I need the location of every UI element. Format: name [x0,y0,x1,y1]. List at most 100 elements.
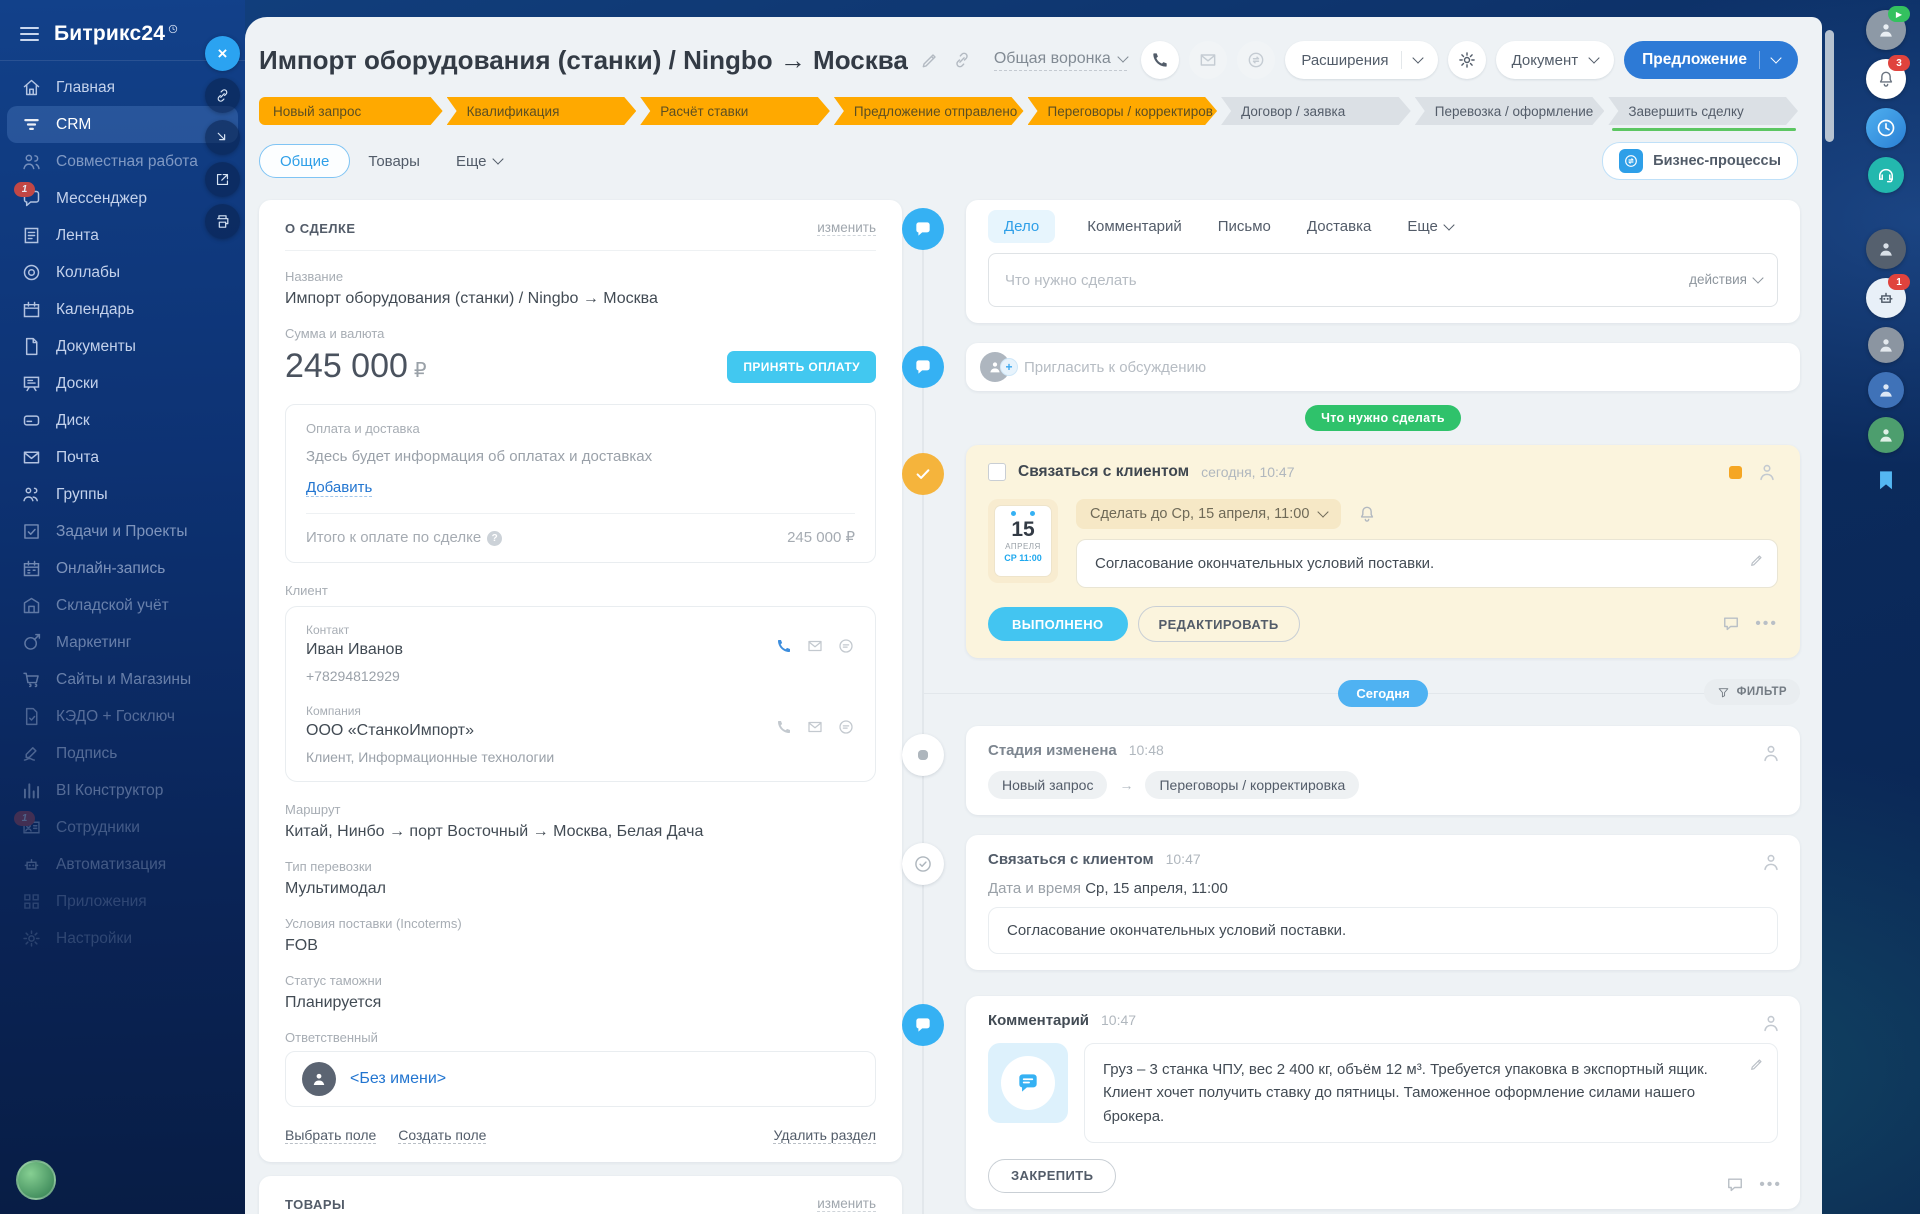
note-icon[interactable] [1721,614,1741,634]
responsible-link[interactable]: <Без имени> [350,1070,446,1088]
sidebar-item-apps[interactable]: Приложения [7,883,238,920]
stage-close-deal[interactable]: Завершить сделку [1608,97,1798,125]
filter-button[interactable]: ФИЛЬТР [1704,679,1800,705]
pencil-icon[interactable] [1749,1056,1765,1072]
more-actions-button[interactable]: ••• [1759,1176,1782,1194]
actions-dropdown[interactable]: действия [1689,272,1762,287]
email-button[interactable] [1189,41,1227,79]
field-value[interactable]: FOB [285,937,876,955]
chat-avatar[interactable] [1866,229,1906,269]
help-icon[interactable]: ? [487,531,502,546]
sidebar-item-marketing[interactable]: Маркетинг [7,624,238,661]
bell-icon[interactable] [1357,504,1377,524]
sidebar-item-messenger[interactable]: 1Мессенджер [7,180,238,217]
call-button[interactable] [1141,41,1179,79]
invite-card[interactable]: + Пригласить к обсуждению [966,343,1800,391]
more-actions-button[interactable]: ••• [1755,615,1778,633]
pin-button[interactable]: ЗАКРЕПИТЬ [988,1159,1116,1193]
person-icon[interactable] [1756,461,1778,483]
tab-comment[interactable]: Комментарий [1087,218,1181,235]
field-value[interactable]: Планируется [285,994,876,1012]
brand-logo[interactable]: Битрикс24 [54,22,178,46]
copy-deal-link-button[interactable] [952,50,972,70]
document-button[interactable]: Документ [1496,41,1615,79]
print-button[interactable] [205,204,240,239]
sidebar-item-automation[interactable]: Автоматизация [7,846,238,883]
sidebar-item-disk[interactable]: Диск [7,402,238,439]
note-icon[interactable] [1725,1175,1745,1195]
funnel-selector[interactable]: Общая воронка [994,50,1127,71]
deal-amount[interactable]: 245 000₽ [285,347,427,386]
chat-avatar[interactable] [1868,327,1904,363]
delete-section-link[interactable]: Удалить раздел [773,1127,876,1144]
hamburger-menu-icon[interactable] [20,27,39,41]
tab-products[interactable]: Товары [350,145,438,177]
chat-avatar[interactable] [1868,372,1904,408]
scrollbar[interactable] [1825,30,1834,142]
todo-input[interactable] [988,253,1778,307]
task-description[interactable]: Согласование окончательных условий поста… [1076,539,1778,588]
open-line-button[interactable] [1237,41,1275,79]
person-icon[interactable] [1760,851,1782,873]
copy-link-button[interactable] [205,78,240,113]
sidebar-item-tasks[interactable]: Задачи и Проекты [7,513,238,550]
accept-payment-button[interactable]: ПРИНЯТЬ ОПЛАТУ [727,351,876,383]
edit-section-link[interactable]: изменить [817,220,876,236]
entry-title[interactable]: Связаться с клиентом [988,851,1154,868]
task-title[interactable]: Связаться с клиентом [1018,463,1189,481]
field-value[interactable]: Импорт оборудования (станки) / Ningbo → … [285,290,876,308]
contact-phone[interactable]: +78294812929 [306,668,745,684]
support-button[interactable] [1868,157,1904,193]
tab-letter[interactable]: Письмо [1218,218,1271,235]
task-done-button[interactable]: ВЫПОЛНЕНО [988,607,1128,641]
company-name[interactable]: ООО «СтанкоИмпорт» [306,722,745,740]
dock-button[interactable] [205,120,240,155]
close-button[interactable]: × [205,36,240,71]
stage-contract[interactable]: Договор / заявка [1221,97,1411,125]
person-icon[interactable] [1760,742,1782,764]
open-in-window-button[interactable] [205,162,240,197]
mail-icon[interactable] [806,637,824,655]
copilot-bot-button[interactable]: 1 [1866,278,1906,318]
sidebar-item-boards[interactable]: Доски [7,365,238,402]
add-payment-link[interactable]: Добавить [306,479,372,497]
stage-negotiation[interactable]: Переговоры / корректиров... [1028,97,1218,125]
edit-title-button[interactable] [920,50,940,70]
sidebar-item-sign[interactable]: Подпись [7,735,238,772]
phone-icon[interactable] [775,637,793,655]
tab-more[interactable]: Еще [1407,218,1453,235]
sidebar-item-staff[interactable]: 1Сотрудники [7,809,238,846]
chat-avatar[interactable] [1868,417,1904,453]
sidebar-item-feed[interactable]: Лента [7,217,238,254]
profile-avatar[interactable]: ▶ [1866,10,1906,50]
sidebar-item-warehouse[interactable]: Складской учёт [7,587,238,624]
field-value[interactable]: Мультимодал [285,880,876,898]
sidebar-item-home[interactable]: Главная [7,69,238,106]
field-value[interactable]: Китай, Нинбо → порт Восточный → Москва, … [285,823,876,841]
sidebar-item-mail[interactable]: Почта [7,439,238,476]
tab-delivery[interactable]: Доставка [1307,218,1371,235]
sidebar-item-crm[interactable]: CRM [7,106,238,143]
contact-name[interactable]: Иван Иванов [306,641,745,659]
comment-text[interactable]: Груз – 3 станка ЧПУ, вес 2 400 кг, объём… [1084,1043,1778,1143]
stage-proposal-sent[interactable]: Предложение отправлено [834,97,1024,125]
task-edit-button[interactable]: РЕДАКТИРОВАТЬ [1138,606,1300,642]
settings-button[interactable] [1448,41,1486,79]
saved-messages-button[interactable] [1868,462,1904,498]
sidebar-item-collabs[interactable]: Коллабы [7,254,238,291]
sidebar-item-kedo[interactable]: КЭДО + Госключ [7,698,238,735]
sidebar-item-documents[interactable]: Документы [7,328,238,365]
sidebar-item-booking[interactable]: Онлайн-запись [7,550,238,587]
business-processes-button[interactable]: Бизнес-процессы [1602,142,1798,180]
chat-icon[interactable] [837,718,855,736]
notifications-button[interactable]: 3 [1866,59,1906,99]
phone-icon[interactable] [775,718,793,736]
pencil-icon[interactable] [1749,552,1765,568]
sidebar-item-groups[interactable]: Группы [7,476,238,513]
user-avatar[interactable] [16,1160,56,1200]
extensions-button[interactable]: Расширения [1285,41,1437,79]
stage-rate-calc[interactable]: Расчёт ставки [640,97,830,125]
task-checkbox[interactable] [988,463,1006,481]
mail-icon[interactable] [806,718,824,736]
stage-new-request[interactable]: Новый запрос [259,97,443,125]
